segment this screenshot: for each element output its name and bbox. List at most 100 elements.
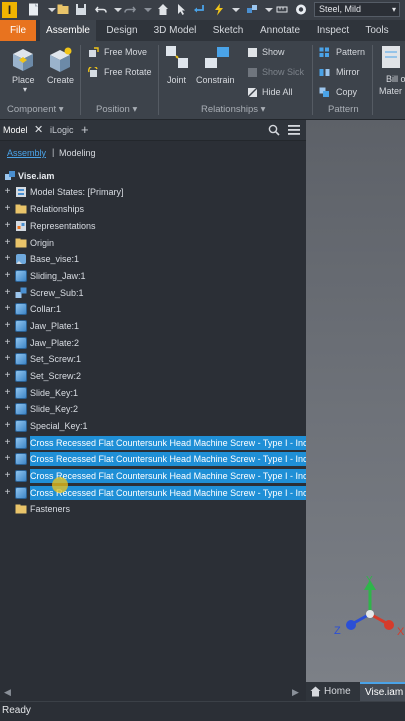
tree-item-fasteners[interactable]: Fasteners (0, 501, 306, 517)
create-component-icon[interactable] (46, 46, 74, 74)
expand-icon[interactable]: + (3, 354, 12, 364)
measure-icon[interactable] (276, 3, 288, 16)
modeling-mode-link[interactable]: Modeling (59, 148, 96, 158)
tree-item-slide-key-2[interactable]: + Slide_Key:2 (0, 401, 306, 417)
tab-design[interactable]: Design (100, 20, 144, 41)
add-tab-icon[interactable]: + (81, 120, 89, 140)
tree-item-jaw-plate-2[interactable]: + Jaw_Plate:2 (0, 335, 306, 351)
free-move-button[interactable]: Free Move (104, 47, 147, 57)
expand-icon[interactable]: + (3, 204, 12, 214)
joint-button[interactable]: Joint (167, 75, 186, 85)
select-arrow-icon[interactable] (175, 3, 187, 16)
tab-3d-model[interactable]: 3D Model (148, 20, 202, 41)
inventor-logo-icon[interactable]: I (2, 2, 17, 18)
hide-all-button[interactable]: Hide All (262, 87, 293, 97)
close-icon[interactable]: ✕ (34, 120, 43, 140)
show-sick-button[interactable]: Show Sick (262, 67, 304, 77)
expand-icon[interactable]: + (3, 304, 12, 314)
expand-icon[interactable]: + (3, 421, 12, 431)
tree-root[interactable]: Vise.iam (0, 168, 306, 184)
panel-title-relationships[interactable]: Relationships ▾ (201, 104, 265, 115)
show-button[interactable]: Show (262, 47, 285, 57)
place-button[interactable]: Place (12, 75, 35, 85)
tab-ilogic[interactable]: iLogic (50, 120, 74, 140)
bill-of-materials-icon[interactable] (380, 44, 402, 72)
return-icon[interactable] (193, 3, 205, 16)
tab-model[interactable]: Model (3, 120, 28, 140)
dropdown-arrow-icon[interactable] (112, 3, 124, 16)
scroll-right-icon[interactable]: ▶ (292, 687, 299, 698)
place-component-icon[interactable] (9, 46, 37, 74)
expand-icon[interactable]: + (3, 254, 12, 264)
constrain-icon[interactable] (203, 44, 231, 72)
expand-icon[interactable]: + (3, 488, 12, 498)
tree-item-model-states[interactable]: + Model States: [Primary] (0, 184, 306, 200)
open-folder-icon[interactable] (57, 3, 69, 16)
tree-item-screw-4[interactable]: + Cross Recessed Flat Countersunk Head Ma… (0, 485, 311, 501)
horizontal-scrollbar[interactable]: ◀ ▶ (0, 685, 306, 701)
tree-item-set-screw-2[interactable]: + Set_Screw:2 (0, 368, 306, 384)
panel-title-component[interactable]: Component ▾ (7, 104, 64, 115)
chevron-down-icon[interactable]: ▾ (23, 85, 27, 94)
tree-item-representations[interactable]: + Representations (0, 218, 306, 234)
tree-item-screw-sub[interactable]: + Screw_Sub:1 (0, 285, 306, 301)
assembly-mode-link[interactable]: Assembly (7, 148, 46, 158)
home-icon[interactable] (157, 3, 169, 16)
expand-icon[interactable]: + (3, 471, 12, 481)
dropdown-arrow-icon[interactable] (142, 3, 154, 16)
new-document-icon[interactable] (28, 3, 40, 16)
tree-item-screw-1[interactable]: + Cross Recessed Flat Countersunk Head Ma… (0, 435, 311, 451)
expand-icon[interactable]: + (3, 238, 12, 248)
free-rotate-button[interactable]: Free Rotate (104, 67, 152, 77)
tree-item-sliding-jaw[interactable]: + Sliding_Jaw:1 (0, 268, 306, 284)
undo-icon[interactable] (95, 3, 107, 16)
redo-icon[interactable] (124, 3, 136, 16)
mirror-button[interactable]: Mirror (336, 67, 360, 77)
tab-sketch[interactable]: Sketch (206, 20, 250, 41)
expand-icon[interactable]: + (3, 438, 12, 448)
expand-icon[interactable]: + (3, 271, 12, 281)
tree-item-relationships[interactable]: + Relationships (0, 201, 306, 217)
expand-icon[interactable]: + (3, 371, 12, 381)
tree-item-origin[interactable]: + Origin (0, 235, 306, 251)
copy-button[interactable]: Copy (336, 87, 357, 97)
hamburger-menu-icon[interactable] (288, 124, 300, 136)
update-lightning-icon[interactable] (213, 3, 225, 16)
expand-icon[interactable]: + (3, 221, 12, 231)
tab-file[interactable]: File (0, 20, 36, 41)
tree-item-jaw-plate-1[interactable]: + Jaw_Plate:1 (0, 318, 306, 334)
expand-icon[interactable]: + (3, 288, 12, 298)
bill-of-materials-button[interactable]: Bill o (386, 74, 405, 84)
scroll-left-icon[interactable]: ◀ (4, 687, 11, 698)
component-cubes-icon[interactable] (246, 3, 258, 16)
panel-title-position[interactable]: Position ▾ (96, 104, 137, 115)
tree-item-screw-3[interactable]: + Cross Recessed Flat Countersunk Head Ma… (0, 468, 311, 484)
graphics-viewport[interactable]: Y Z X (306, 120, 405, 685)
expand-icon[interactable]: + (3, 388, 12, 398)
tree-item-collar[interactable]: + Collar:1 (0, 301, 306, 317)
expand-icon[interactable]: + (3, 338, 12, 348)
material-dropdown[interactable]: Steel, Mild ▾ (314, 2, 400, 17)
joint-icon[interactable] (164, 44, 192, 72)
tree-item-special-key[interactable]: + Special_Key:1 (0, 418, 306, 434)
save-icon[interactable] (75, 3, 87, 16)
expand-icon[interactable]: + (3, 404, 12, 414)
home-tab[interactable]: Home (324, 686, 351, 697)
expand-icon[interactable]: + (3, 321, 12, 331)
create-button[interactable]: Create (47, 75, 74, 85)
dropdown-arrow-icon[interactable] (263, 3, 275, 16)
tree-item-screw-2[interactable]: + Cross Recessed Flat Countersunk Head Ma… (0, 451, 311, 467)
tree-item-set-screw-1[interactable]: + Set_Screw:1 (0, 351, 306, 367)
home-icon[interactable] (310, 686, 321, 697)
search-icon[interactable] (268, 124, 280, 136)
tree-item-base-vise[interactable]: + Base_vise:1 (0, 251, 306, 267)
constrain-button[interactable]: Constrain (196, 75, 235, 85)
dropdown-arrow-icon[interactable] (230, 3, 242, 16)
tree-item-slide-key-1[interactable]: + Slide_Key:1 (0, 385, 306, 401)
tab-annotate[interactable]: Annotate (254, 20, 306, 41)
expand-icon[interactable]: + (3, 454, 12, 464)
appearance-ball-icon[interactable] (295, 3, 307, 16)
tab-inspect[interactable]: Inspect (310, 20, 356, 41)
vise-document-tab[interactable]: Vise.iam (360, 682, 405, 701)
expand-icon[interactable]: + (3, 187, 12, 197)
